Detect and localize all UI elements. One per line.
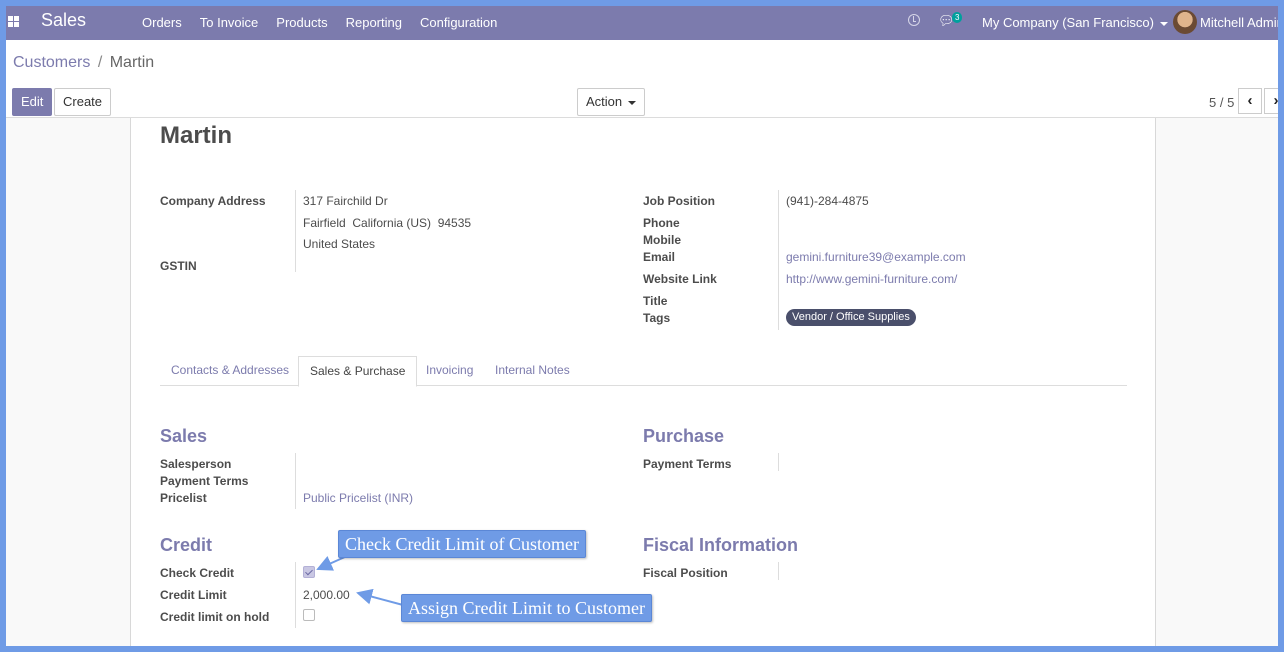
menu-orders[interactable]: Orders bbox=[142, 15, 182, 30]
chevron-down-icon bbox=[1159, 21, 1168, 26]
fiscal-section-title: Fiscal Information bbox=[643, 535, 799, 555]
gstin-label: GSTIN bbox=[160, 259, 197, 273]
app-window: Sales Orders To Invoice Products Reporti… bbox=[6, 6, 1278, 646]
apps-icon[interactable] bbox=[8, 16, 19, 27]
pager-previous-button[interactable]: ‹ bbox=[1238, 88, 1262, 114]
partner-name[interactable]: Martin bbox=[160, 122, 232, 150]
notebook-tabs: Contacts & Addresses Sales & Purchase In… bbox=[160, 356, 1127, 387]
email-link[interactable]: gemini.furniture39@example.com bbox=[786, 250, 966, 264]
user-menu[interactable]: Mitchell Admin bbox=[1200, 15, 1278, 30]
website-label: Website Link bbox=[643, 272, 717, 286]
edit-button[interactable]: Edit bbox=[12, 88, 53, 116]
job-position-label: Job Position bbox=[643, 194, 715, 208]
credit-limit-field[interactable]: 2,000.00 bbox=[303, 588, 350, 602]
breadcrumb-current: Martin bbox=[109, 54, 155, 71]
breadcrumb-customers[interactable]: Customers bbox=[13, 54, 90, 71]
title-label: Title bbox=[643, 294, 668, 308]
field-divider bbox=[778, 190, 779, 330]
menu-to-invoice[interactable]: To Invoice bbox=[200, 15, 259, 30]
check-credit-callout: Check Credit Limit of Customer bbox=[338, 530, 586, 558]
action-dropdown[interactable]: Action bbox=[577, 88, 646, 116]
chevron-down-icon bbox=[628, 100, 637, 105]
pager-value[interactable]: 5 / 5 bbox=[1209, 95, 1234, 110]
company-name: My Company (San Francisco) bbox=[982, 15, 1154, 30]
chevron-right-icon: › bbox=[1273, 92, 1279, 109]
chat-count-badge: 3 bbox=[952, 12, 963, 23]
country-field[interactable]: United States bbox=[303, 237, 375, 251]
form-sheet: Martin Company Address 317 Fairchild Dr … bbox=[130, 118, 1156, 646]
tab-invoicing[interactable]: Invoicing bbox=[415, 356, 484, 386]
credit-on-hold-checkbox[interactable] bbox=[303, 609, 315, 621]
field-divider bbox=[778, 562, 779, 580]
breadcrumb-separator: / bbox=[97, 54, 103, 71]
purchase-payment-terms-label: Payment Terms bbox=[643, 457, 732, 471]
email-label: Email bbox=[643, 250, 676, 264]
city-state-zip-field[interactable]: Fairfield California (US) 94535 bbox=[303, 216, 471, 230]
tag-badge[interactable]: Vendor / Office Supplies bbox=[786, 309, 916, 326]
control-panel: Customers / Martin Edit Create Action 5 … bbox=[6, 40, 1278, 118]
check-credit-checkbox[interactable] bbox=[303, 566, 315, 578]
credit-limit-callout: Assign Credit Limit to Customer bbox=[401, 594, 652, 622]
pager-next-button[interactable]: › bbox=[1264, 88, 1278, 114]
action-label: Action bbox=[586, 94, 623, 109]
website-link[interactable]: http://www.gemini-furniture.com/ bbox=[786, 272, 957, 286]
fiscal-position-label: Fiscal Position bbox=[643, 566, 728, 580]
company-switcher[interactable]: My Company (San Francisco) bbox=[982, 15, 1168, 30]
purchase-section-title: Purchase bbox=[643, 426, 725, 446]
breadcrumb: Customers / Martin bbox=[13, 54, 154, 72]
company-address-label: Company Address bbox=[160, 194, 266, 208]
tab-sales-purchase[interactable]: Sales & Purchase bbox=[298, 356, 418, 387]
field-divider bbox=[295, 453, 296, 509]
clock-icon[interactable] bbox=[908, 14, 920, 26]
credit-section-title: Credit bbox=[160, 535, 213, 555]
check-credit-label: Check Credit bbox=[160, 566, 235, 580]
menu-reporting[interactable]: Reporting bbox=[346, 15, 402, 30]
menu-products[interactable]: Products bbox=[276, 15, 327, 30]
credit-limit-label: Credit Limit bbox=[160, 588, 227, 602]
credit-on-hold-label: Credit limit on hold bbox=[160, 610, 270, 624]
menu-configuration[interactable]: Configuration bbox=[420, 15, 497, 30]
sales-section-title: Sales bbox=[160, 426, 208, 446]
field-divider bbox=[295, 190, 296, 272]
tags-label: Tags bbox=[643, 311, 671, 325]
salesperson-label: Salesperson bbox=[160, 457, 232, 471]
field-divider bbox=[778, 453, 779, 471]
phone-label: Phone bbox=[643, 216, 680, 230]
chevron-left-icon: ‹ bbox=[1247, 92, 1253, 109]
street-field[interactable]: 317 Fairchild Dr bbox=[303, 194, 388, 208]
create-button[interactable]: Create bbox=[54, 88, 112, 116]
tab-internal-notes[interactable]: Internal Notes bbox=[484, 356, 581, 386]
tab-contacts-addresses[interactable]: Contacts & Addresses bbox=[160, 356, 300, 386]
app-title: Sales bbox=[41, 10, 87, 30]
main-menu: Orders To Invoice Products Reporting Con… bbox=[142, 15, 515, 30]
avatar[interactable] bbox=[1173, 10, 1197, 34]
sales-payment-terms-label: Payment Terms bbox=[160, 474, 249, 488]
top-navbar: Sales Orders To Invoice Products Reporti… bbox=[6, 6, 1278, 40]
job-position-field[interactable]: (941)-284-4875 bbox=[786, 194, 869, 208]
pricelist-label: Pricelist bbox=[160, 491, 207, 505]
pricelist-link[interactable]: Public Pricelist (INR) bbox=[303, 491, 413, 505]
mobile-label: Mobile bbox=[643, 233, 681, 247]
field-divider bbox=[295, 562, 296, 628]
